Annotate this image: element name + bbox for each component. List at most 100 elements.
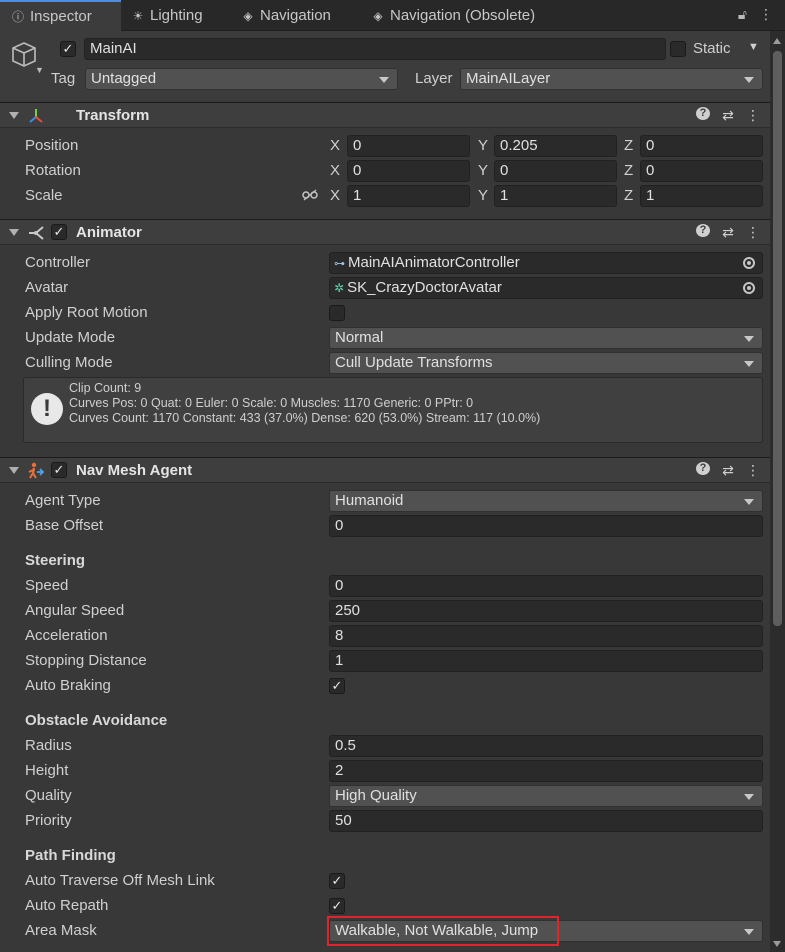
- axis-x-label[interactable]: X: [330, 162, 340, 179]
- caret-down-icon: [744, 929, 754, 935]
- animator-enabled-checkbox[interactable]: ✓: [51, 224, 67, 240]
- auto-braking-label: Auto Braking: [25, 677, 111, 694]
- position-x-field[interactable]: 0: [347, 135, 470, 157]
- avatar-field[interactable]: ✲ SK_CrazyDoctorAvatar: [329, 277, 763, 299]
- area-mask-highlight: [327, 916, 559, 946]
- scale-z-field[interactable]: 1: [640, 185, 763, 207]
- scroll-up-icon[interactable]: [773, 38, 781, 44]
- scale-x-field[interactable]: 1: [347, 185, 470, 207]
- update-mode-dropdown[interactable]: Normal: [329, 327, 763, 349]
- unlinked-scale-icon[interactable]: [302, 189, 318, 201]
- auto-traverse-label: Auto Traverse Off Mesh Link: [25, 872, 215, 889]
- avatar-value: SK_CrazyDoctorAvatar: [347, 279, 502, 296]
- tab-navigation[interactable]: ◈ Navigation: [240, 0, 362, 31]
- object-picker-icon[interactable]: [743, 257, 755, 269]
- axis-y-label[interactable]: Y: [478, 162, 488, 179]
- more-icon[interactable]: ⋮: [759, 6, 773, 23]
- component-title: Nav Mesh Agent: [76, 462, 193, 479]
- navmesh-agent-header[interactable]: ✓ Nav Mesh Agent ? ⇄ ⋮: [0, 457, 770, 483]
- navmesh-agent-enabled-checkbox[interactable]: ✓: [51, 462, 67, 478]
- layer-value: MainAILayer: [466, 70, 551, 87]
- name-field[interactable]: MainAI: [84, 38, 666, 60]
- update-mode-value: Normal: [335, 329, 384, 346]
- tab-lighting[interactable]: ☀ Lighting: [128, 0, 233, 31]
- axis-x-label[interactable]: X: [330, 137, 340, 154]
- transform-header[interactable]: Transform ? ⇄ ⋮: [0, 102, 770, 128]
- caret-down-icon: [379, 77, 389, 83]
- scale-y-field[interactable]: 1: [494, 185, 617, 207]
- quality-label: Quality: [25, 787, 72, 804]
- angular-speed-field[interactable]: 250: [329, 600, 763, 622]
- vertical-scrollbar[interactable]: [770, 31, 785, 952]
- more-icon[interactable]: ⋮: [746, 224, 760, 241]
- avatar-label: Avatar: [25, 279, 69, 296]
- more-icon[interactable]: ⋮: [746, 107, 760, 124]
- animator-controller-icon: ⊶: [334, 258, 345, 270]
- static-checkbox[interactable]: [670, 41, 686, 57]
- speed-field[interactable]: 0: [329, 575, 763, 597]
- axis-z-label[interactable]: Z: [624, 162, 633, 179]
- more-icon[interactable]: ⋮: [746, 462, 760, 479]
- radius-field[interactable]: 0.5: [329, 735, 763, 757]
- auto-traverse-checkbox[interactable]: ✓: [329, 873, 345, 889]
- rotation-x-field[interactable]: 0: [347, 160, 470, 182]
- auto-braking-checkbox[interactable]: ✓: [329, 678, 345, 694]
- tab-inspector[interactable]: ⓘ Inspector: [0, 0, 121, 31]
- base-offset-field[interactable]: 0: [329, 515, 763, 537]
- help-icon[interactable]: ?: [696, 462, 710, 475]
- tab-navigation-obsolete[interactable]: ◈ Navigation (Obsolete): [370, 0, 570, 31]
- rotation-z-field[interactable]: 0: [640, 160, 763, 182]
- active-checkbox[interactable]: ✓: [60, 41, 76, 57]
- navigation-icon: ◈: [373, 8, 383, 23]
- tab-label: Inspector: [30, 8, 92, 25]
- controller-field[interactable]: ⊶ MainAIAnimatorController: [329, 252, 763, 274]
- foldout-arrow-icon[interactable]: [9, 229, 19, 236]
- axis-z-label[interactable]: Z: [624, 137, 633, 154]
- component-title: Animator: [76, 224, 142, 241]
- layer-dropdown[interactable]: MainAILayer: [460, 68, 763, 90]
- scroll-down-icon[interactable]: [773, 941, 781, 947]
- axis-x-label[interactable]: X: [330, 187, 340, 204]
- obstacle-avoidance-heading: Obstacle Avoidance: [25, 712, 168, 729]
- agent-type-dropdown[interactable]: Humanoid: [329, 490, 763, 512]
- animator-header[interactable]: ✓ Animator ? ⇄ ⋮: [0, 219, 770, 245]
- priority-field[interactable]: 50: [329, 810, 763, 832]
- gameobject-cube-icon[interactable]: [10, 40, 38, 68]
- warning-icon: !: [31, 393, 63, 425]
- radius-label: Radius: [25, 737, 72, 754]
- preset-icon[interactable]: ⇄: [721, 107, 735, 124]
- rotation-y-field[interactable]: 0: [494, 160, 617, 182]
- help-icon[interactable]: ?: [696, 107, 710, 120]
- tag-dropdown[interactable]: Untagged: [85, 68, 398, 90]
- stopping-distance-label: Stopping Distance: [25, 652, 147, 669]
- acceleration-field[interactable]: 8: [329, 625, 763, 647]
- help-icon[interactable]: ?: [696, 224, 710, 237]
- axis-y-label[interactable]: Y: [478, 137, 488, 154]
- position-z-field[interactable]: 0: [640, 135, 763, 157]
- preset-icon[interactable]: ⇄: [721, 224, 735, 241]
- info-line: Clip Count: 9: [69, 381, 142, 395]
- lock-icon[interactable]: 🔓︎: [738, 6, 747, 23]
- culling-mode-dropdown[interactable]: Cull Update Transforms: [329, 352, 763, 374]
- height-field[interactable]: 2: [329, 760, 763, 782]
- apply-root-motion-checkbox[interactable]: [329, 305, 345, 321]
- scale-label: Scale: [25, 187, 63, 204]
- object-picker-icon[interactable]: [743, 282, 755, 294]
- quality-dropdown[interactable]: High Quality: [329, 785, 763, 807]
- foldout-arrow-icon[interactable]: [9, 467, 19, 474]
- gameobject-header: ▼ ✓ MainAI Static ▼ Tag Untagged Layer M…: [0, 31, 770, 101]
- axis-y-label[interactable]: Y: [478, 187, 488, 204]
- auto-repath-checkbox[interactable]: ✓: [329, 898, 345, 914]
- axis-z-label[interactable]: Z: [624, 187, 633, 204]
- tab-bar: ⓘ Inspector ☀ Lighting ◈ Navigation ◈ Na…: [0, 0, 785, 31]
- caret-down-icon: [744, 499, 754, 505]
- position-y-field[interactable]: 0.205: [494, 135, 617, 157]
- chevron-down-icon[interactable]: ▼: [35, 65, 44, 75]
- chevron-down-icon[interactable]: ▼: [748, 41, 759, 53]
- scrollbar-thumb[interactable]: [773, 51, 782, 626]
- preset-icon[interactable]: ⇄: [721, 462, 735, 479]
- transform-axes-icon: [29, 109, 43, 123]
- foldout-arrow-icon[interactable]: [9, 112, 19, 119]
- stopping-distance-field[interactable]: 1: [329, 650, 763, 672]
- base-offset-label: Base Offset: [25, 517, 104, 534]
